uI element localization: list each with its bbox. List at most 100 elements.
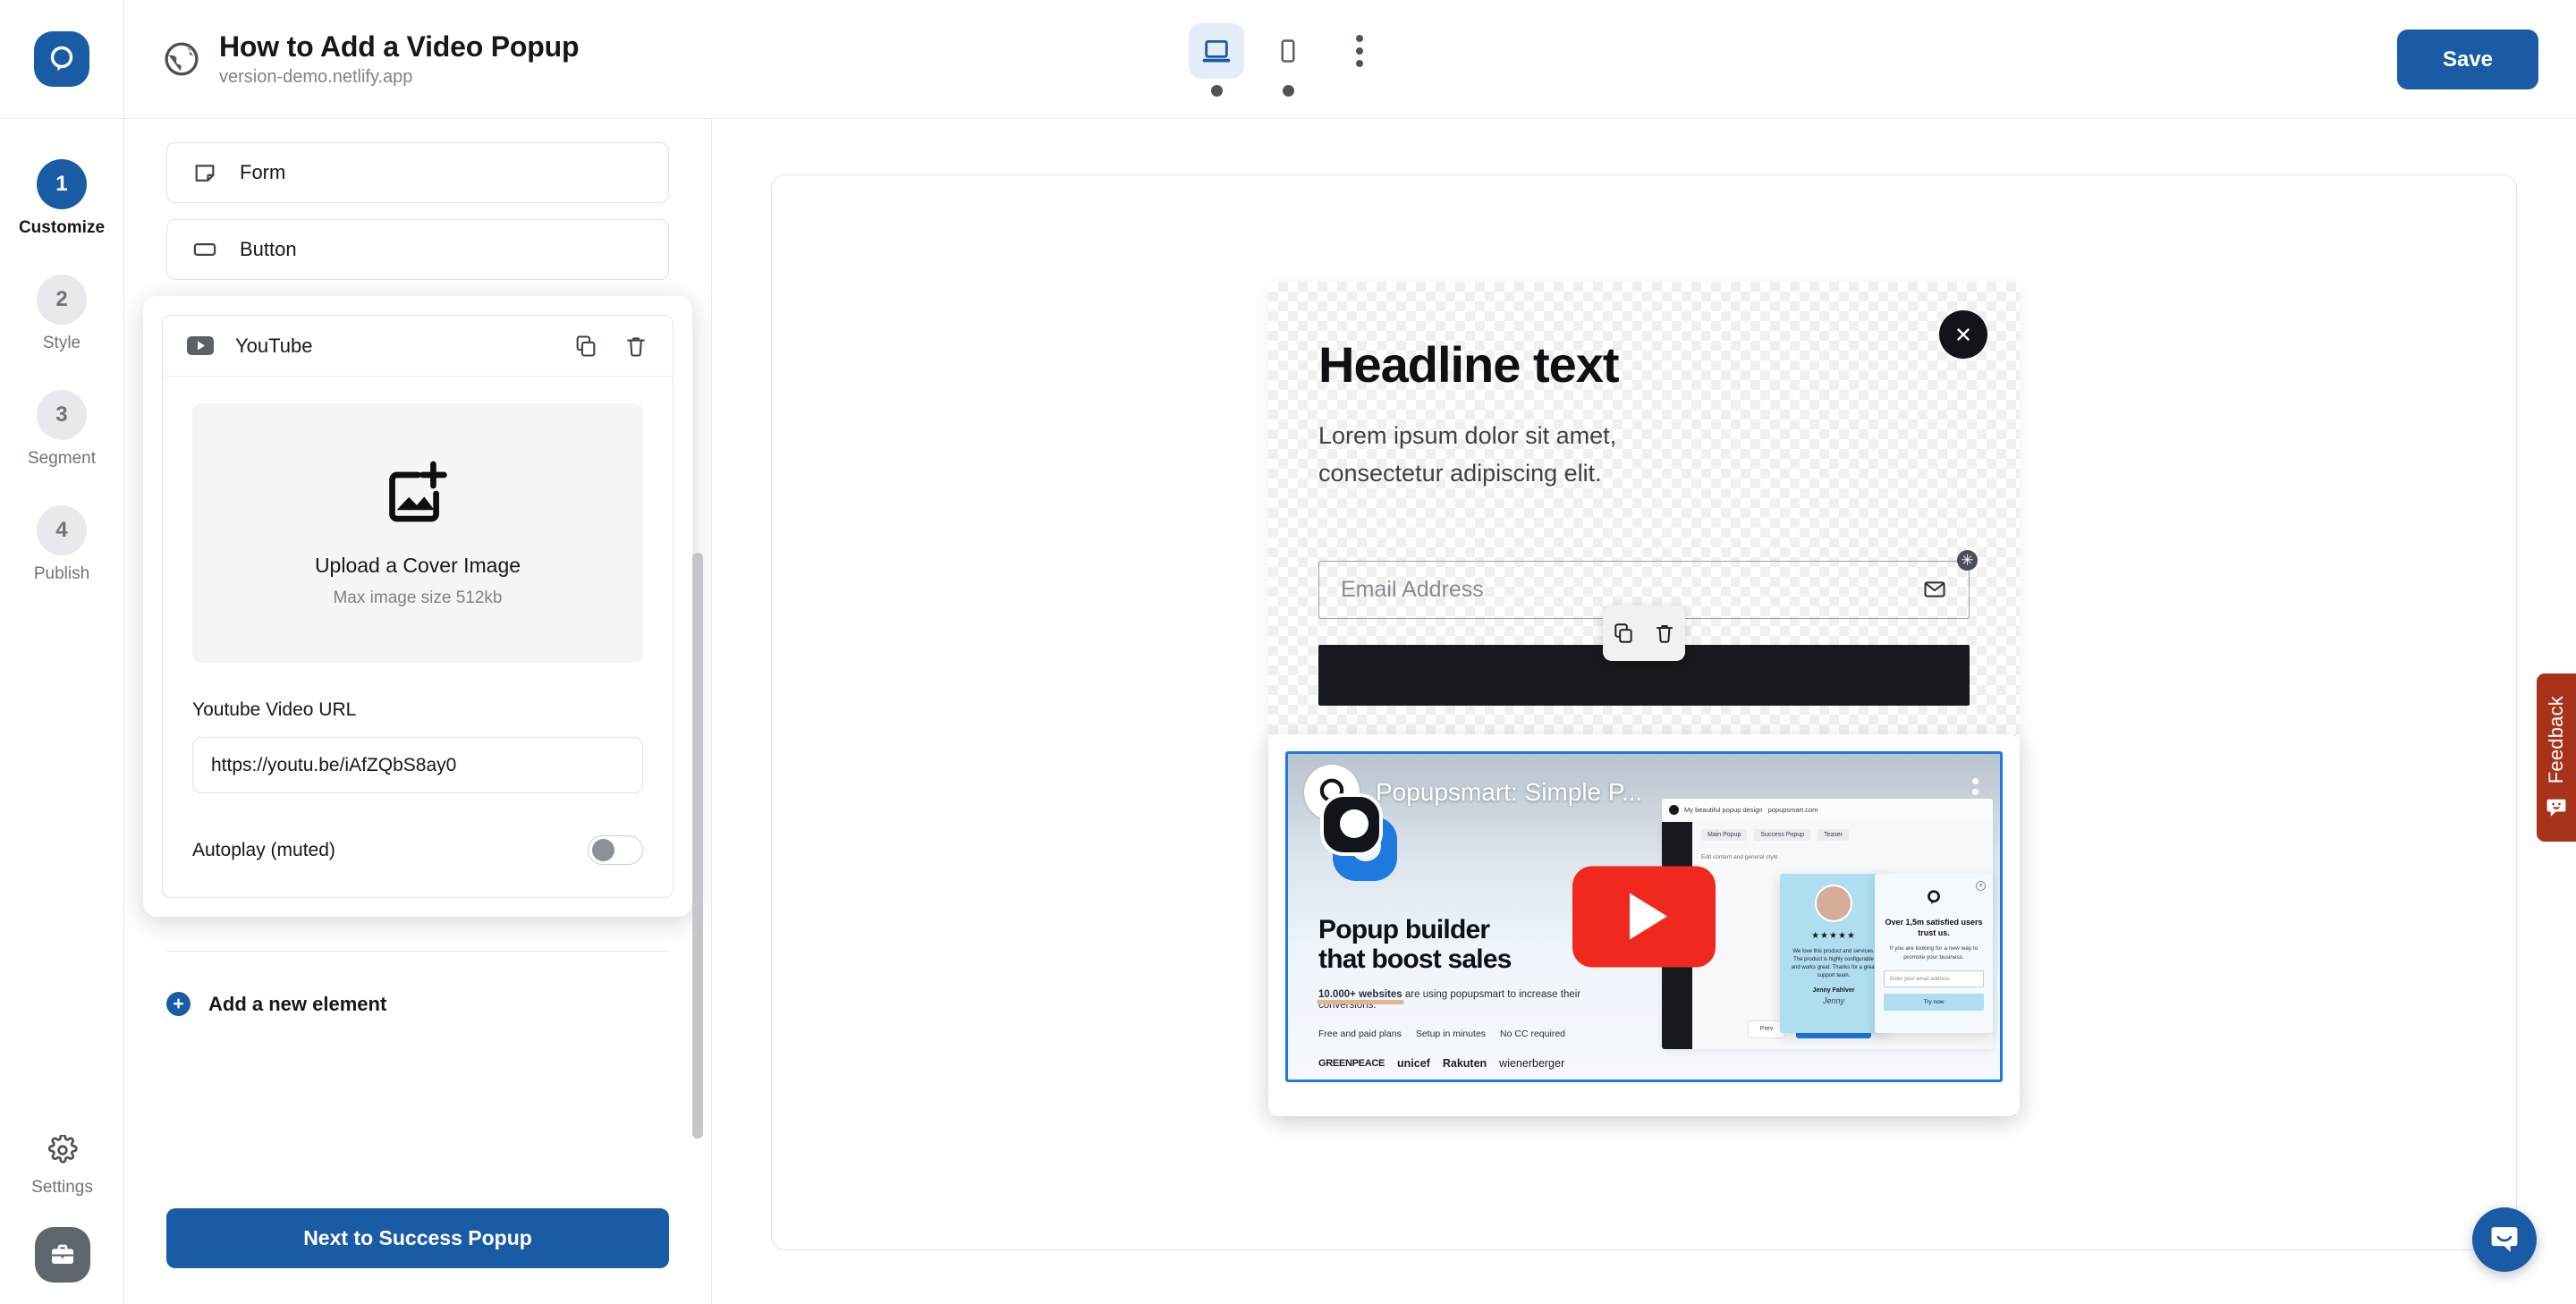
preview-subtext[interactable]: Lorem ipsum dolor sit amet, consectetur … bbox=[1318, 418, 1739, 493]
mock-app-caption: Edit content and general style bbox=[1701, 854, 1778, 860]
page-title: How to Add a Video Popup bbox=[219, 30, 579, 64]
feedback-tab[interactable]: Feedback bbox=[2537, 673, 2576, 842]
step-label: Style bbox=[43, 334, 80, 353]
hero-logos: GREENPEACE unicef Rakuten wienerberger bbox=[1318, 1057, 1614, 1070]
add-image-icon bbox=[384, 458, 452, 530]
hero-check-0: Free and paid plans bbox=[1318, 1029, 1402, 1039]
mock-tab-2: Teaser bbox=[1818, 829, 1849, 841]
youtube-element-card: YouTube bbox=[162, 315, 674, 898]
hero-line-1: Popup builder bbox=[1318, 915, 1614, 945]
popupsmart-logo-icon[interactable] bbox=[34, 31, 89, 87]
mock-close-icon: × bbox=[1976, 881, 1986, 891]
selected-element-wrapper: YouTube bbox=[143, 296, 692, 917]
mock-popup-input: Enter your email address bbox=[1884, 970, 1984, 987]
element-chip-label: Form bbox=[240, 161, 285, 184]
step-segment[interactable]: 3 Segment bbox=[28, 390, 96, 469]
brand-cell bbox=[0, 0, 124, 119]
logo-unicef: unicef bbox=[1397, 1057, 1430, 1070]
step-number: 3 bbox=[37, 390, 87, 440]
video-url-label: Youtube Video URL bbox=[192, 699, 643, 721]
mock-testimonial-popup: ★★★★★ We love this product and services.… bbox=[1780, 874, 1887, 1033]
trash-icon[interactable] bbox=[623, 334, 648, 359]
hero-line-2: that boost sales bbox=[1318, 944, 1614, 975]
mock-tab-1: Success Popup bbox=[1754, 829, 1810, 841]
close-icon[interactable] bbox=[1939, 310, 1987, 359]
mock-side-popup: × Over 1,5m satisfied users trust us. bbox=[1875, 874, 1993, 1033]
testimonial-name: Jenny Fahlver bbox=[1812, 987, 1854, 994]
device-toggle-group bbox=[1189, 23, 1387, 97]
canvas-frame: Headline text Lorem ipsum dolor sit amet… bbox=[771, 174, 2517, 1250]
next-to-success-popup-button[interactable]: Next to Success Popup bbox=[166, 1208, 669, 1268]
youtube-video-title: Popupsmart: Simple P... bbox=[1376, 778, 1642, 807]
element-chip-button[interactable]: Button bbox=[166, 219, 669, 280]
site-info: How to Add a Video Popup version-demo.ne… bbox=[162, 30, 579, 88]
cover-image-uploader[interactable]: Upload a Cover Image Max image size 512k… bbox=[192, 403, 643, 663]
autoplay-label: Autoplay (muted) bbox=[192, 840, 335, 861]
mobile-icon bbox=[1260, 23, 1316, 79]
mock-popup-subtext: If you are looking for a new way to prom… bbox=[1884, 944, 1984, 962]
button-icon bbox=[191, 236, 218, 263]
popupsmart-brandmark-icon bbox=[1318, 792, 1406, 879]
popup-preview: Headline text Lorem ipsum dolor sit amet… bbox=[1268, 282, 2020, 1115]
copy-icon[interactable] bbox=[1612, 622, 1635, 645]
mock-app-logo-icon bbox=[1669, 805, 1679, 815]
hero-stat: 10.000+ websites are using popupsmart to… bbox=[1318, 989, 1614, 1011]
hero-check-1: Setup in minutes bbox=[1416, 1029, 1486, 1039]
chat-icon[interactable] bbox=[2472, 1207, 2537, 1272]
add-new-element-button[interactable]: + Add a new element bbox=[166, 992, 669, 1016]
youtube-play-icon[interactable] bbox=[1572, 866, 1716, 967]
settings-label: Settings bbox=[31, 1178, 93, 1198]
testimonial-stars: ★★★★★ bbox=[1811, 931, 1856, 941]
preview-headline[interactable]: Headline text bbox=[1318, 337, 1970, 393]
logo-rakuten: Rakuten bbox=[1443, 1057, 1487, 1070]
desktop-indicator-dot bbox=[1211, 85, 1223, 97]
save-button[interactable]: Save bbox=[2397, 30, 2538, 89]
copy-icon[interactable] bbox=[573, 334, 598, 359]
desktop-icon bbox=[1189, 23, 1244, 79]
step-label: Customize bbox=[19, 218, 105, 238]
autoplay-row: Autoplay (muted) bbox=[192, 835, 643, 865]
site-url: version-demo.netlify.app bbox=[219, 66, 579, 88]
editor-panel: Form Button bbox=[124, 119, 712, 1304]
testimonial-avatar bbox=[1815, 885, 1852, 922]
youtube-card-title: YouTube bbox=[235, 334, 573, 358]
mock-app-url: popupsmart.com bbox=[1768, 806, 1818, 814]
device-toggle-mobile[interactable] bbox=[1260, 23, 1316, 97]
editor-scrollbar[interactable] bbox=[692, 553, 703, 1139]
step-number: 4 bbox=[37, 505, 87, 555]
video-url-input[interactable] bbox=[192, 737, 643, 793]
preview-cta-button[interactable] bbox=[1318, 645, 1970, 706]
step-label: Publish bbox=[34, 564, 89, 584]
globe-icon bbox=[162, 39, 201, 79]
editor-divider bbox=[166, 951, 669, 952]
youtube-card-header: YouTube bbox=[163, 316, 673, 377]
preview-video-element[interactable]: Popupsmart: Simple P... Popup builder th… bbox=[1268, 734, 2020, 1116]
step-label: Segment bbox=[28, 449, 96, 469]
editor-footer: Next to Success Popup bbox=[124, 1208, 711, 1304]
testimonial-quote: We love this product and services. The p… bbox=[1780, 948, 1887, 980]
sidebar-item-settings[interactable]: Settings bbox=[31, 1135, 93, 1198]
youtube-icon bbox=[187, 336, 214, 356]
step-number: 1 bbox=[37, 159, 87, 209]
top-header: How to Add a Video Popup version-demo.ne… bbox=[0, 0, 2576, 119]
step-style[interactable]: 2 Style bbox=[37, 275, 87, 353]
required-marker-badge: ✳ bbox=[1957, 550, 1978, 571]
step-publish[interactable]: 4 Publish bbox=[34, 505, 89, 584]
element-chip-label: Button bbox=[240, 238, 297, 261]
briefcase-icon[interactable] bbox=[35, 1227, 90, 1283]
add-new-element-label: Add a new element bbox=[208, 993, 386, 1016]
element-chip-form[interactable]: Form bbox=[166, 142, 669, 203]
youtube-card-actions bbox=[573, 334, 648, 359]
step-customize[interactable]: 1 Customize bbox=[19, 159, 105, 238]
rail-bottom: Settings bbox=[0, 1135, 124, 1283]
editor-scroll-region: Form Button bbox=[124, 119, 711, 1208]
mobile-indicator-dot bbox=[1283, 85, 1294, 97]
trash-icon[interactable] bbox=[1653, 622, 1676, 645]
element-hover-toolbar bbox=[1603, 605, 1685, 661]
step-number: 2 bbox=[37, 275, 87, 325]
autoplay-toggle[interactable] bbox=[588, 835, 643, 865]
app-root: How to Add a Video Popup version-demo.ne… bbox=[0, 0, 2576, 1304]
device-toggle-desktop[interactable] bbox=[1189, 23, 1244, 97]
more-vertical-icon[interactable] bbox=[1332, 23, 1387, 79]
hero-stat-bold: 10.000+ websites bbox=[1318, 989, 1402, 1000]
